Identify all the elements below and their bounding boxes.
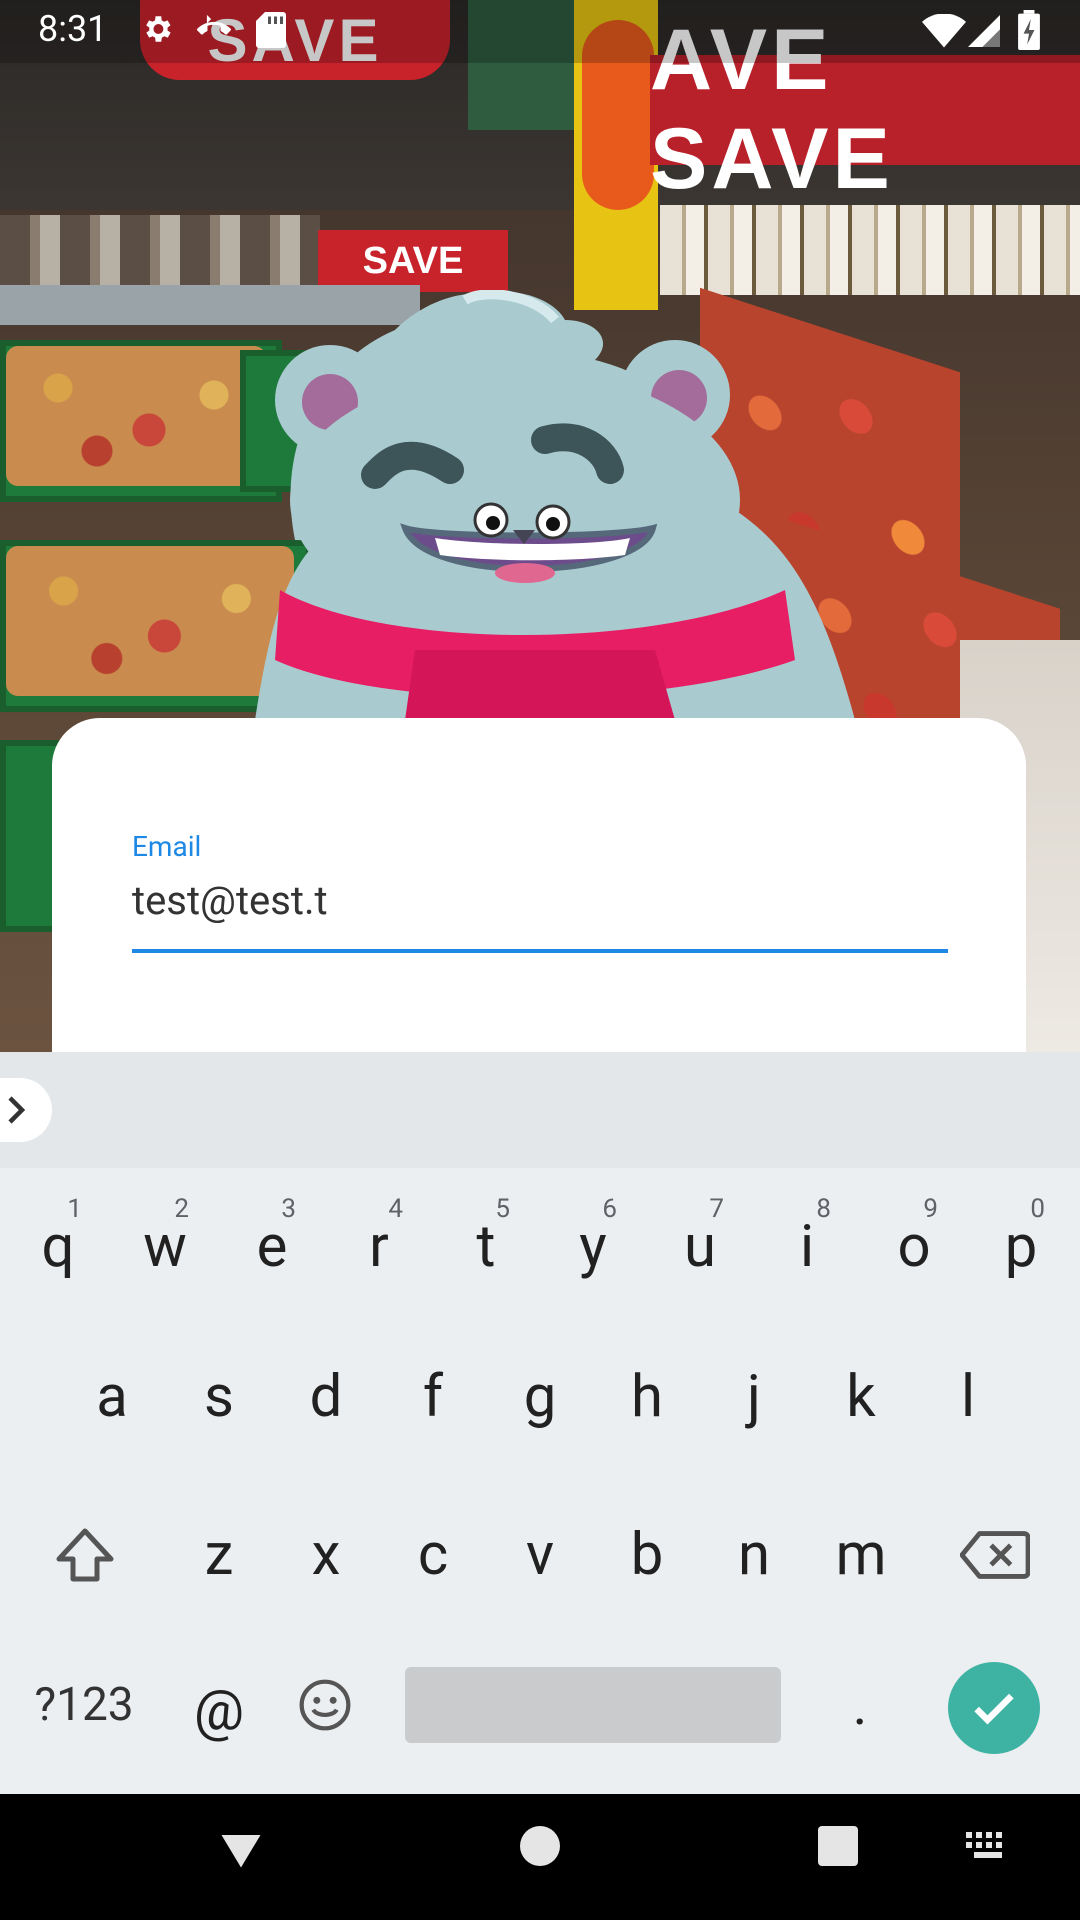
key-b[interactable]: b — [617, 1510, 677, 1600]
keyboard-suggestion-strip — [0, 1052, 1080, 1168]
key-s[interactable]: s — [189, 1352, 249, 1442]
key-k[interactable]: k — [831, 1352, 891, 1442]
key-r[interactable]: r4 — [349, 1194, 409, 1292]
key-q[interactable]: q1 — [28, 1194, 88, 1292]
key-o[interactable]: o9 — [884, 1194, 944, 1292]
period-key[interactable]: . — [832, 1660, 888, 1750]
save-sign-middle: SAVE — [318, 230, 508, 292]
mascot-bear — [235, 289, 855, 720]
back-icon[interactable] — [215, 1822, 267, 1874]
check-icon — [974, 1693, 1014, 1725]
status-bar: 8:31 — [0, 0, 1080, 63]
sd-card-icon — [256, 12, 286, 52]
recents-icon[interactable] — [818, 1826, 858, 1866]
shelf-right — [660, 205, 1080, 295]
apples — [6, 346, 266, 486]
save-sign-right: AVE SAVE — [650, 12, 1080, 207]
key-c[interactable]: c — [403, 1510, 463, 1600]
key-e[interactable]: e3 — [242, 1194, 302, 1292]
key-j[interactable]: j — [724, 1352, 784, 1442]
key-x[interactable]: x — [296, 1510, 356, 1600]
battery-icon — [1018, 10, 1040, 54]
symbols-key[interactable]: ?123 — [28, 1660, 140, 1750]
email-field[interactable] — [132, 870, 947, 930]
call-icon — [196, 12, 232, 50]
shelf-left — [0, 215, 320, 285]
key-d[interactable]: d — [296, 1352, 356, 1442]
home-icon[interactable] — [520, 1826, 560, 1866]
key-i[interactable]: i8 — [777, 1194, 837, 1292]
key-f[interactable]: f — [403, 1352, 463, 1442]
key-p[interactable]: p0 — [991, 1194, 1051, 1292]
email-underline — [132, 949, 948, 953]
emoji-icon — [299, 1679, 351, 1731]
key-y[interactable]: y6 — [563, 1194, 623, 1292]
keyboard-switch-icon[interactable] — [966, 1832, 1010, 1862]
key-m[interactable]: m — [831, 1510, 891, 1600]
key-u[interactable]: u7 — [670, 1194, 730, 1292]
wifi-icon — [922, 13, 966, 52]
signal-icon — [968, 14, 1000, 52]
key-h[interactable]: h — [617, 1352, 677, 1442]
at-key[interactable]: @ — [187, 1665, 251, 1755]
key-a[interactable]: a — [82, 1352, 142, 1442]
chevron-right-icon — [8, 1096, 26, 1124]
key-l[interactable]: l — [938, 1352, 998, 1442]
key-t[interactable]: t5 — [456, 1194, 516, 1292]
key-v[interactable]: v — [510, 1510, 570, 1600]
shift-key[interactable] — [50, 1510, 120, 1600]
key-z[interactable]: z — [189, 1510, 249, 1600]
shift-icon — [56, 1528, 114, 1582]
backspace-key[interactable] — [955, 1510, 1035, 1600]
email-label: Email — [132, 830, 202, 863]
settings-icon — [140, 12, 174, 50]
key-g[interactable]: g — [510, 1352, 570, 1442]
navigation-bar — [0, 1794, 1080, 1920]
key-w[interactable]: w2 — [135, 1194, 195, 1292]
key-n[interactable]: n — [724, 1510, 784, 1600]
backspace-icon — [960, 1531, 1030, 1579]
status-time: 8:31 — [38, 8, 108, 50]
space-bar[interactable] — [405, 1667, 781, 1743]
done-button[interactable] — [948, 1662, 1040, 1754]
emoji-key[interactable] — [292, 1660, 358, 1750]
